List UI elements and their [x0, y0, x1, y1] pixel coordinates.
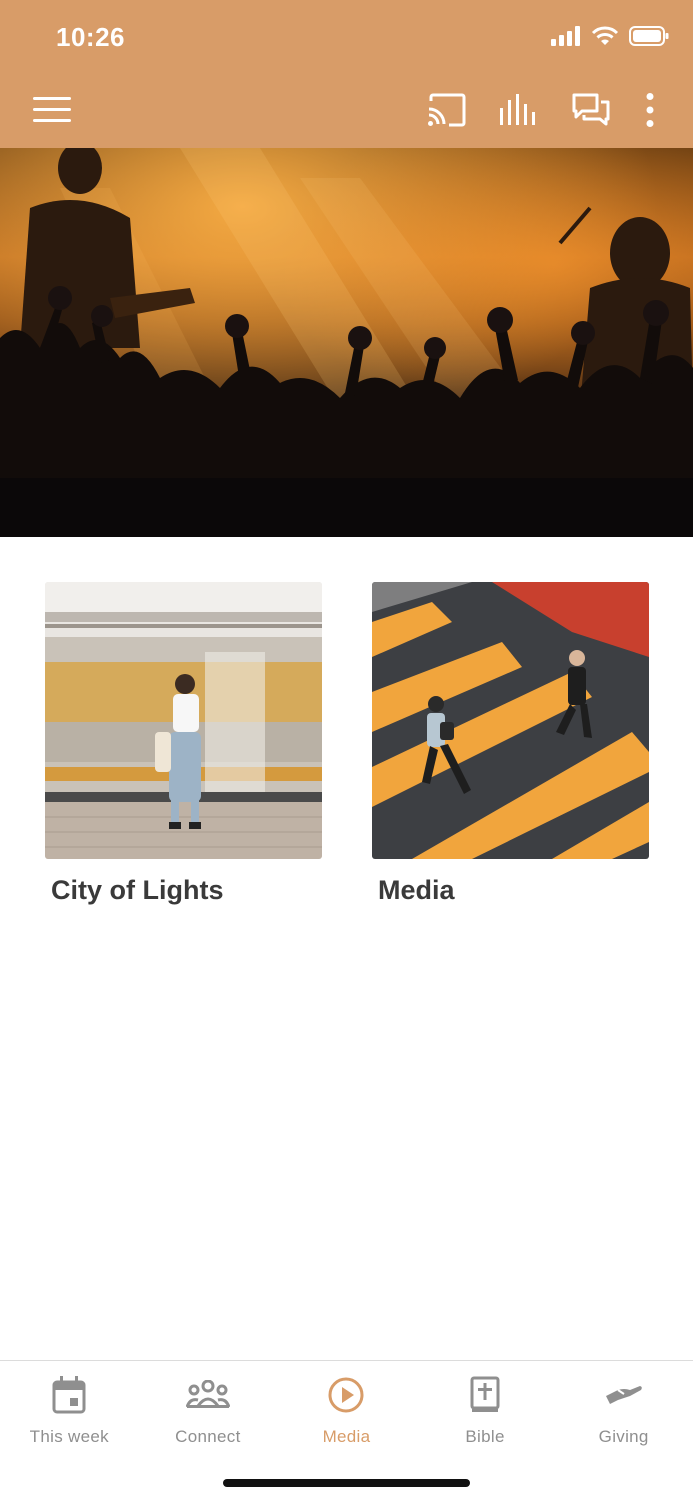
hamburger-menu-button[interactable] [30, 88, 74, 132]
card-title: Media [378, 875, 455, 905]
nav-label: Giving [598, 1427, 649, 1446]
card-title: City of Lights [51, 875, 224, 905]
signal-icon [551, 26, 580, 46]
audio-bars-icon [500, 94, 535, 125]
cast-button[interactable] [411, 86, 483, 134]
train-platform-photo [45, 582, 322, 859]
calendar-icon [47, 1375, 91, 1415]
more-vertical-icon [646, 93, 654, 127]
giving-hand-icon [602, 1375, 646, 1415]
nav-tab-connect[interactable]: Connect [139, 1361, 278, 1461]
card-image [372, 582, 649, 859]
nav-label: Media [322, 1427, 371, 1446]
bottom-navigation: This week Connect Media Bible Giving [0, 1360, 693, 1500]
card-city-of-lights[interactable]: City of Lights [45, 582, 322, 906]
nav-tab-this-week[interactable]: This week [0, 1361, 139, 1461]
concert-crowd-photo [0, 148, 693, 537]
nav-label: Bible [465, 1427, 505, 1446]
home-indicator[interactable] [223, 1479, 470, 1487]
hamburger-icon [33, 97, 71, 122]
app-bar-actions [411, 86, 673, 134]
card-image [45, 582, 322, 859]
nav-tab-media[interactable]: Media [277, 1361, 416, 1461]
crosswalk-photo [372, 582, 649, 859]
chat-button[interactable] [555, 86, 627, 134]
battery-icon [629, 26, 669, 46]
nav-tab-giving[interactable]: Giving [554, 1361, 693, 1461]
bible-icon [463, 1375, 507, 1415]
play-circle-icon [324, 1375, 368, 1415]
status-icons [551, 26, 669, 46]
wifi-icon [591, 26, 619, 45]
chat-icon [572, 93, 610, 126]
hero-banner-image[interactable] [0, 148, 693, 537]
nav-label: Connect [175, 1427, 241, 1446]
status-time: 10:26 [56, 22, 125, 52]
top-app-bar: 10:26 [0, 0, 693, 148]
content-cards: City of Lights Media [45, 582, 649, 906]
nav-label: This week [29, 1427, 109, 1446]
group-icon [185, 1375, 230, 1415]
card-media[interactable]: Media [372, 582, 649, 906]
app-screen: 10:26 City of Lights Media This week Con… [0, 0, 693, 1500]
nav-tab-bible[interactable]: Bible [416, 1361, 555, 1461]
audio-button[interactable] [483, 86, 555, 134]
cast-icon [428, 93, 466, 127]
more-options-button[interactable] [627, 86, 673, 134]
